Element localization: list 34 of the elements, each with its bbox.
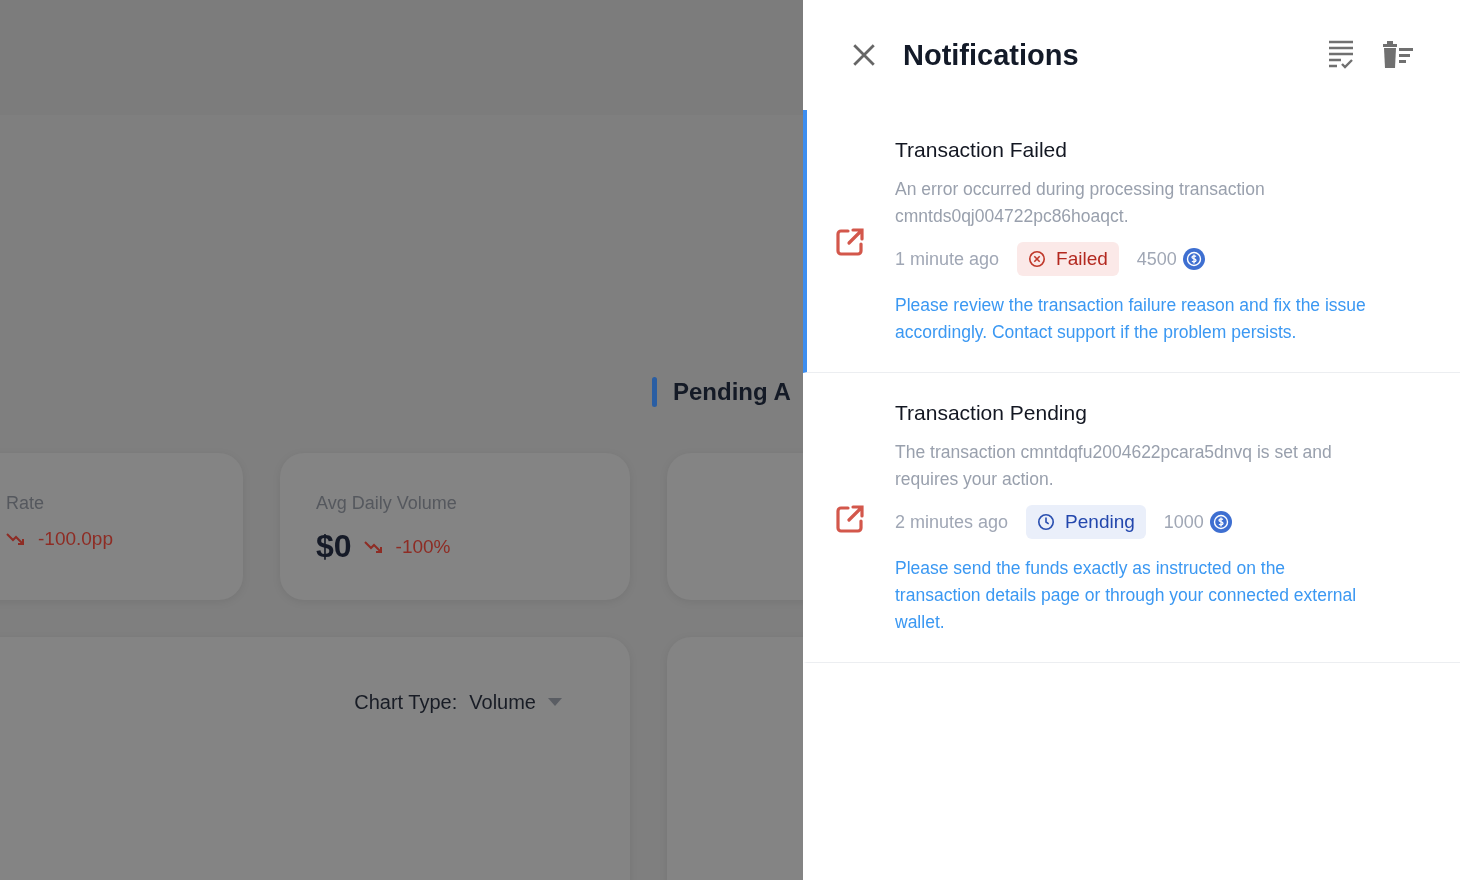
drawer-title: Notifications xyxy=(903,38,1079,72)
notification-time: 2 minutes ago xyxy=(895,511,1009,533)
status-badge: Failed xyxy=(1017,242,1119,276)
status-badge: Pending xyxy=(1026,505,1146,539)
amount-text: 1000 xyxy=(1163,511,1204,533)
section-marker xyxy=(652,377,657,407)
notification-title: Transaction Pending xyxy=(895,401,1088,425)
external-link-icon xyxy=(835,503,865,534)
chart-type-dropdown[interactable]: Volume xyxy=(469,690,562,714)
coin-icon xyxy=(1182,248,1205,270)
caret-icon xyxy=(548,698,562,706)
section-title: Pending A xyxy=(673,378,791,406)
amount-text: 4500 xyxy=(1136,248,1177,270)
notification-time: 1 minute ago xyxy=(895,248,1000,270)
clear-all-button[interactable] xyxy=(1380,39,1416,71)
stat-value: $0 xyxy=(316,528,352,565)
coin-icon xyxy=(1209,511,1232,533)
stat-change: -100% xyxy=(395,535,451,558)
notification-description: An error occurred during processing transaction cmntds0qj004722pc86hoaqct. xyxy=(895,178,1266,228)
checklist-icon xyxy=(1328,40,1354,70)
chart-type-label: Chart Type: xyxy=(354,690,458,714)
notification-message: Please review the transaction failure reason and fix the issue accordingly. Contact support if the problem persists. xyxy=(895,294,1367,344)
stat-change: -100.0pp xyxy=(38,528,113,550)
trend-down-icon xyxy=(363,539,384,554)
notification-description: The transaction cmntdqfu2004622pcara5dnvq is set and requires your action. xyxy=(895,441,1333,491)
trend-down-icon xyxy=(6,532,26,546)
trash-list-icon xyxy=(1382,41,1414,69)
notification-message: Please send the funds exactly as instructed on the transaction details page or through your connected external wallet. xyxy=(895,557,1358,634)
error-circle-icon xyxy=(1028,250,1047,268)
notification-item[interactable] xyxy=(803,110,1460,373)
notification-title: Transaction Failed xyxy=(895,138,1068,162)
close-icon xyxy=(851,42,877,68)
clock-icon xyxy=(1037,513,1056,531)
external-link-icon xyxy=(835,227,865,257)
